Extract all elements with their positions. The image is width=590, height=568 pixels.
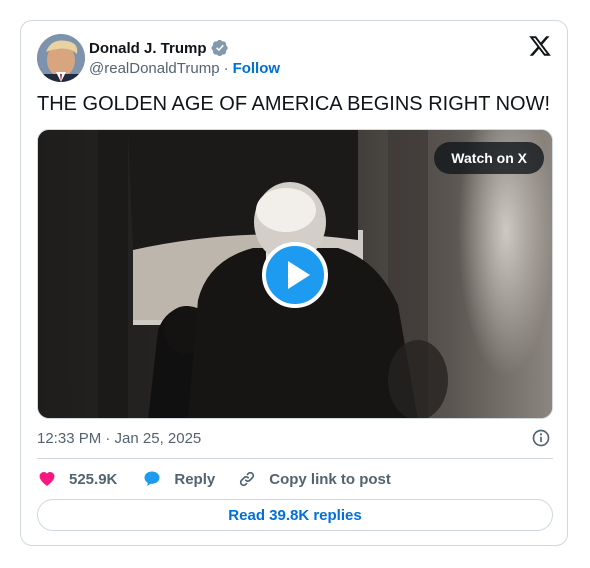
video-player[interactable]: Watch on X [37,129,553,419]
reply-bubble-icon [144,471,160,486]
watch-on-x-button[interactable]: Watch on X [434,142,544,174]
divider [37,458,553,459]
author-name-row: Donald J. Trump [89,38,229,58]
author-handle[interactable]: @realDonaldTrump [89,60,220,77]
verified-badge-icon [211,39,228,57]
read-replies-button[interactable]: Read 39.8K replies [37,499,553,531]
author-name[interactable]: Donald J. Trump [89,40,207,57]
action-bar: 525.9K Reply Copy link to post [37,469,391,489]
avatar-image [37,34,85,82]
tweet-text: THE GOLDEN AGE OF AMERICA BEGINS RIGHT N… [37,93,551,115]
play-icon[interactable] [262,242,328,308]
like-count: 525.9K [69,470,118,488]
avatar[interactable] [37,34,85,82]
separator-dot: · [223,60,229,77]
author-handle-row: @realDonaldTrump · Follow [89,60,280,77]
reply-button[interactable]: Reply [142,469,215,489]
copy-link-button[interactable]: Copy link to post [237,469,391,489]
tweet-embed-card: Donald J. Trump @realDonaldTrump · Follo… [20,20,568,546]
reply-label: Reply [174,470,216,488]
tweet-timestamp[interactable]: 12:33 PM · Jan 25, 2025 [37,430,201,447]
copy-link-label: Copy link to post [269,470,391,488]
info-icon[interactable] [531,428,551,448]
like-button[interactable]: 525.9K [37,469,117,489]
follow-button[interactable]: Follow [233,60,281,77]
x-logo-icon[interactable] [528,34,552,58]
link-icon [240,471,255,487]
heart-icon [39,471,55,486]
